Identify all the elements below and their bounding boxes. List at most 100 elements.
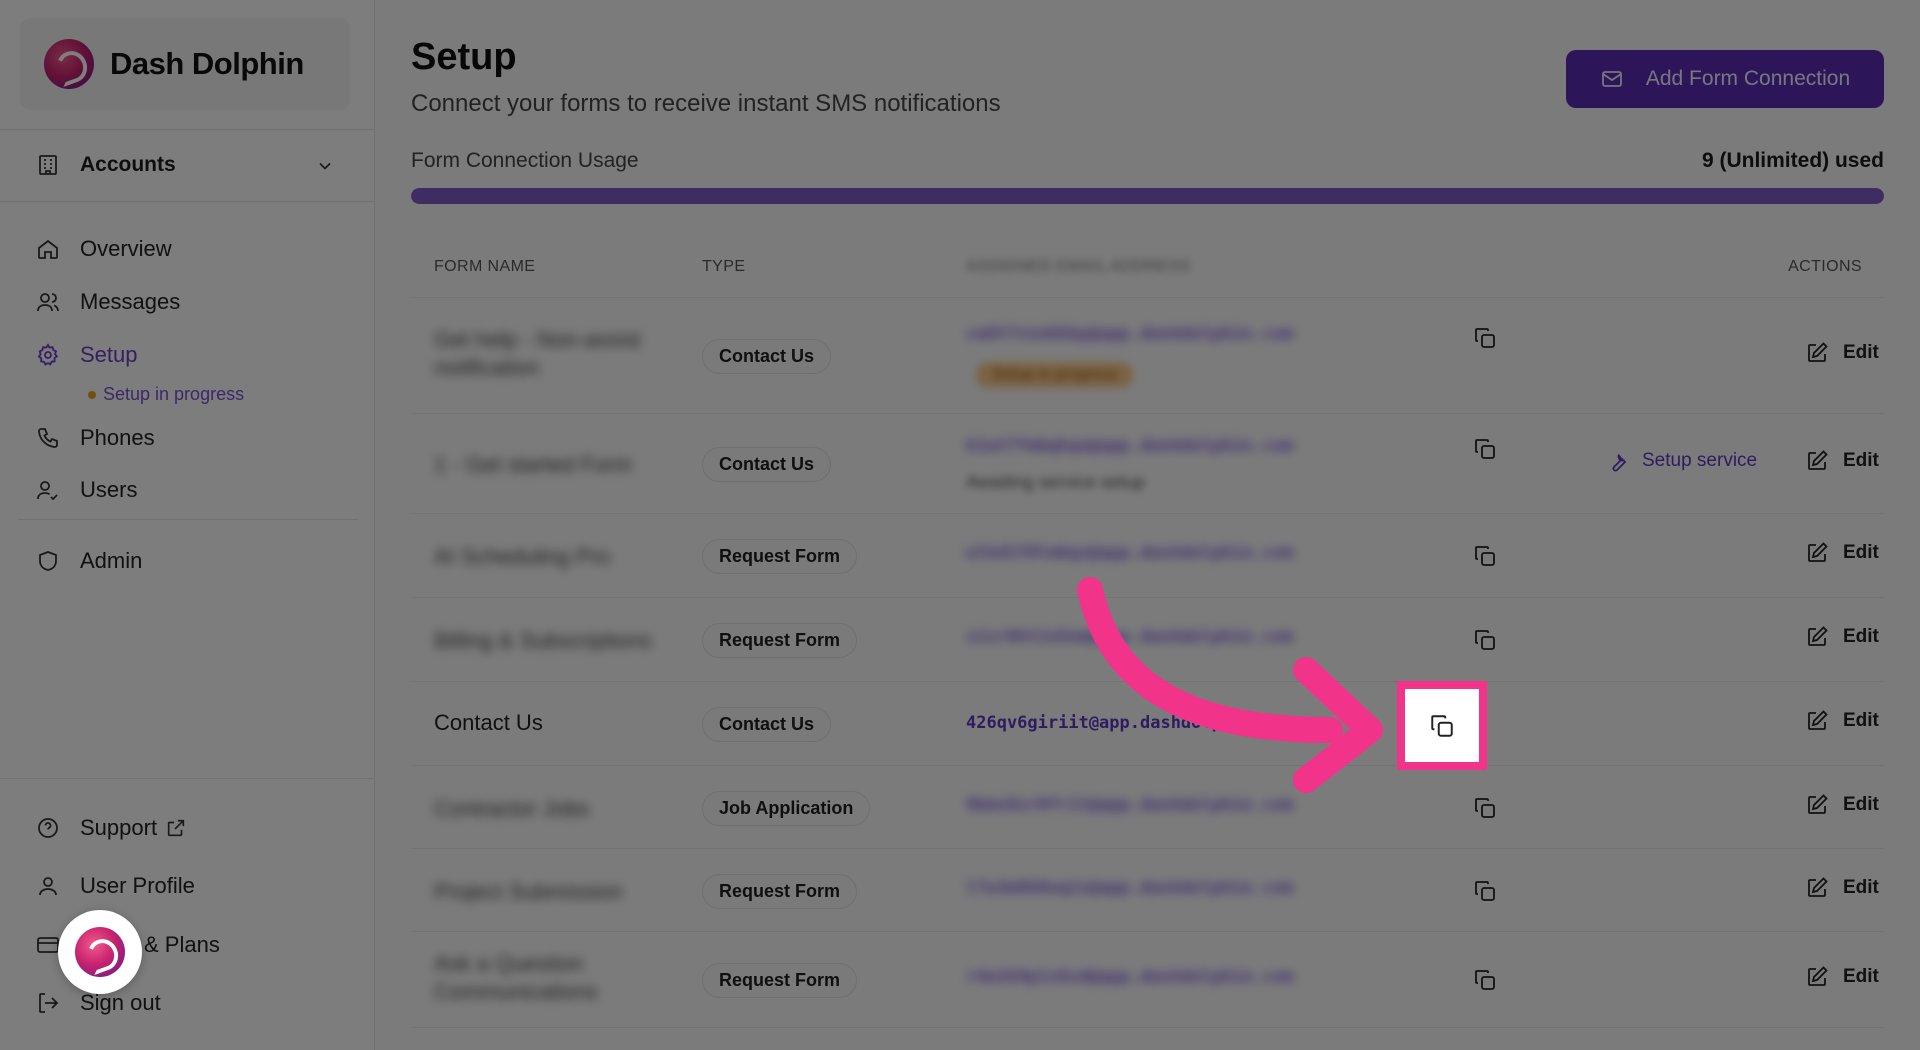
column-header-actions: ACTIONS (1788, 257, 1862, 275)
form-name: Contractor Jobs (434, 796, 590, 821)
phone-icon (38, 428, 58, 448)
copy-icon (1473, 544, 1497, 568)
nav-overview[interactable]: Overview (36, 229, 172, 269)
assigned-email: l7w3m8h0uq2z@app.dashdolphin.com (966, 878, 1294, 898)
chevron-down-icon (319, 162, 331, 170)
sign-out-icon (39, 993, 59, 1013)
form-type-badge: Request Form (702, 539, 858, 574)
form-name: Project Submission (434, 879, 623, 904)
nav-setup[interactable]: Setup (36, 335, 138, 375)
form-name: 1 - Get started Form (434, 452, 633, 477)
copy-email-button[interactable] (1465, 318, 1505, 358)
credit-card-icon (37, 937, 59, 953)
setup-status-label: Setup in progress (103, 384, 245, 404)
wrench-icon (1604, 449, 1628, 473)
accounts-dropdown[interactable]: Accounts (0, 134, 375, 196)
dash-dolphin-logo (75, 927, 125, 977)
help-circle-icon (38, 818, 58, 838)
table-row: 1 - Get started Form Contact Us k1at7fmbqk… (411, 414, 1884, 514)
edit-label: Edit (1843, 626, 1879, 647)
nav-billing-plans-label: & Plans (144, 932, 220, 957)
column-header-form-name: FORM NAME (434, 257, 536, 275)
edit-icon (1805, 449, 1829, 473)
copy-email-button[interactable] (1465, 960, 1505, 1000)
copy-icon (1431, 714, 1453, 737)
floating-avatar[interactable] (58, 910, 142, 994)
nav-phones[interactable]: Phones (36, 418, 155, 458)
nav-user-profile-label: User Profile (80, 873, 195, 898)
column-header-email: ASSIGNED EMAIL ADDRESS (966, 257, 1191, 275)
edit-button[interactable]: Edit (1805, 541, 1879, 565)
nav-sign-out-label: Sign out (80, 990, 161, 1015)
edit-button[interactable]: Edit (1805, 341, 1879, 365)
assigned-email: r4e2k9p1v6sd@app.dashdolphin.com (966, 967, 1294, 987)
copy-icon (1473, 796, 1497, 820)
nav-support[interactable]: Support (36, 808, 187, 848)
edit-icon (1805, 625, 1829, 649)
nav-admin[interactable]: Admin (36, 541, 142, 581)
usage-progress-fill (411, 188, 1884, 204)
nav-users[interactable]: Users (36, 470, 137, 510)
form-type-badge: Request Form (702, 623, 858, 658)
edit-button[interactable]: Edit (1805, 876, 1879, 900)
form-name: Ask a Question Communications (434, 951, 598, 1004)
edit-label: Edit (1843, 966, 1879, 987)
main-content: Setup Connect your forms to receive inst… (376, 0, 1920, 1050)
edit-label: Edit (1843, 794, 1879, 815)
nav-users-label: Users (80, 477, 138, 502)
usage-value: 9 (Unlimited) used (1701, 149, 1884, 172)
nav-user-profile[interactable]: User Profile (36, 866, 195, 906)
assigned-email: k1at7fmbqkqu@app.dashdolphin.com (966, 436, 1294, 456)
nav-admin-label: Admin (80, 548, 143, 573)
setup-service-button[interactable]: Setup service (1604, 449, 1757, 473)
nav-messages[interactable]: Messages (36, 282, 180, 322)
copy-email-button[interactable] (1465, 429, 1505, 469)
nav-messages-label: Messages (80, 289, 181, 314)
table-row: Get help - Non-assist notification Contac… (411, 298, 1884, 414)
add-form-connection-label: Add Form Connection (1645, 67, 1851, 90)
form-type-badge: Contact Us (702, 339, 832, 374)
edit-icon (1805, 965, 1829, 989)
copy-email-button[interactable] (1465, 788, 1505, 828)
edit-label: Edit (1843, 877, 1879, 898)
copy-icon (1473, 879, 1497, 903)
edit-button[interactable]: Edit (1805, 449, 1879, 473)
add-form-connection-button[interactable]: Add Form Connection (1566, 50, 1884, 108)
edit-label: Edit (1843, 450, 1879, 471)
form-name: Get help - Non-assist notification (434, 327, 641, 380)
edit-label: Edit (1843, 342, 1879, 363)
edit-label: Edit (1843, 710, 1879, 731)
copy-email-button[interactable] (1465, 536, 1505, 576)
edit-button[interactable]: Edit (1805, 793, 1879, 817)
brand-name: Dash Dolphin (110, 46, 304, 81)
edit-button[interactable]: Edit (1805, 965, 1879, 989)
form-type-badge: Contact Us (702, 707, 832, 742)
nav-phones-label: Phones (80, 425, 155, 450)
copy-icon (1473, 968, 1497, 992)
edit-button[interactable]: Edit (1805, 709, 1879, 733)
edit-icon (1805, 876, 1829, 900)
assigned-email: 426qv6giriit@app.dashdolp (966, 713, 1222, 733)
copy-email-button[interactable] (1465, 871, 1505, 911)
brand-header[interactable]: Dash Dolphin (20, 18, 350, 110)
edit-icon (1805, 793, 1829, 817)
form-type-badge: Job Application (702, 791, 871, 826)
copy-email-button[interactable] (1465, 620, 1505, 660)
highlighted-copy-button[interactable] (1397, 681, 1487, 770)
copy-icon (1473, 628, 1497, 652)
nav-support-label: Support (80, 815, 158, 840)
usage-progress-bar (411, 188, 1884, 204)
email-status-text: Awaiting service setup (966, 472, 1145, 492)
accounts-label: Accounts (80, 153, 176, 176)
status-dot (88, 390, 96, 399)
shield-icon (39, 551, 57, 571)
assigned-email: s1xr6ht1n5nm@app.dashdolphin.com (966, 627, 1294, 647)
table-body: Get help - Non-assist notification Contac… (411, 298, 1884, 1028)
table-row: Contractor Jobs Job Application 9bms0zr0fr… (411, 766, 1884, 849)
divider (18, 519, 358, 520)
edit-button[interactable]: Edit (1805, 625, 1879, 649)
form-name: Contact Us (434, 710, 543, 735)
copy-icon (1473, 326, 1497, 350)
table-row: Contact Us Contact Us 426qv6giriit@app.das… (411, 682, 1884, 766)
assigned-email: wlkd1f0lmbqx@app.dashdolphin.com (966, 543, 1294, 563)
